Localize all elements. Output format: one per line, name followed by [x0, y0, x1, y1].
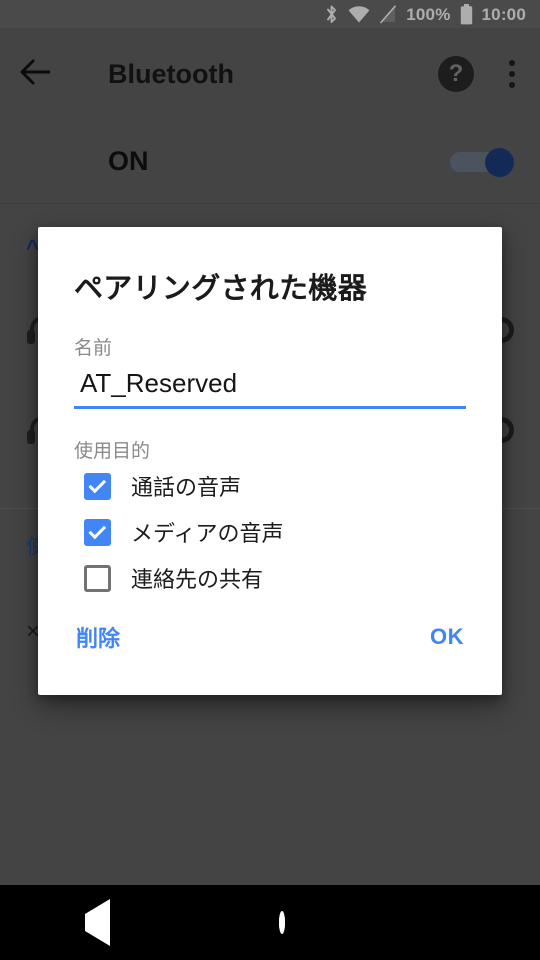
- paired-device-dialog: ペアリングされた機器 名前 使用目的 通話の音声 メディアの音声 連絡先の共有 …: [38, 227, 502, 695]
- checkbox-label-contact-sharing: 連絡先の共有: [131, 567, 264, 592]
- checkbox-label-call-audio: 通話の音声: [131, 475, 242, 500]
- phone-screen: 100% 10:00 Bluetooth ? ON ^ 使 × ペアリングされた…: [0, 0, 540, 960]
- checkbox-contact-sharing[interactable]: [84, 564, 111, 592]
- delete-button[interactable]: 削除: [74, 617, 122, 657]
- checkbox-call-audio[interactable]: [84, 472, 111, 500]
- system-navigation-bar: [0, 885, 540, 960]
- name-field-wrapper: [74, 368, 466, 409]
- dialog-action-bar: 削除 OK: [74, 617, 466, 657]
- dialog-title: ペアリングされた機器: [74, 273, 368, 305]
- checkbox-row-media-audio[interactable]: メディアの音声: [84, 509, 466, 555]
- ok-button[interactable]: OK: [428, 620, 466, 654]
- name-input[interactable]: [74, 368, 466, 401]
- purpose-section-label: 使用目的: [74, 441, 151, 462]
- nav-back-icon: [84, 898, 110, 946]
- check-icon: [87, 475, 106, 493]
- nav-back-button[interactable]: [84, 898, 110, 946]
- check-icon: [87, 521, 106, 539]
- checkbox-media-audio[interactable]: [84, 518, 111, 546]
- checkbox-row-contact-sharing[interactable]: 連絡先の共有: [84, 555, 466, 601]
- nav-home-icon: [279, 910, 286, 934]
- checkbox-label-media-audio: メディアの音声: [131, 521, 284, 546]
- checkbox-row-call-audio[interactable]: 通話の音声: [84, 463, 466, 509]
- name-field-label: 名前: [74, 338, 113, 359]
- nav-home-button[interactable]: [279, 910, 286, 934]
